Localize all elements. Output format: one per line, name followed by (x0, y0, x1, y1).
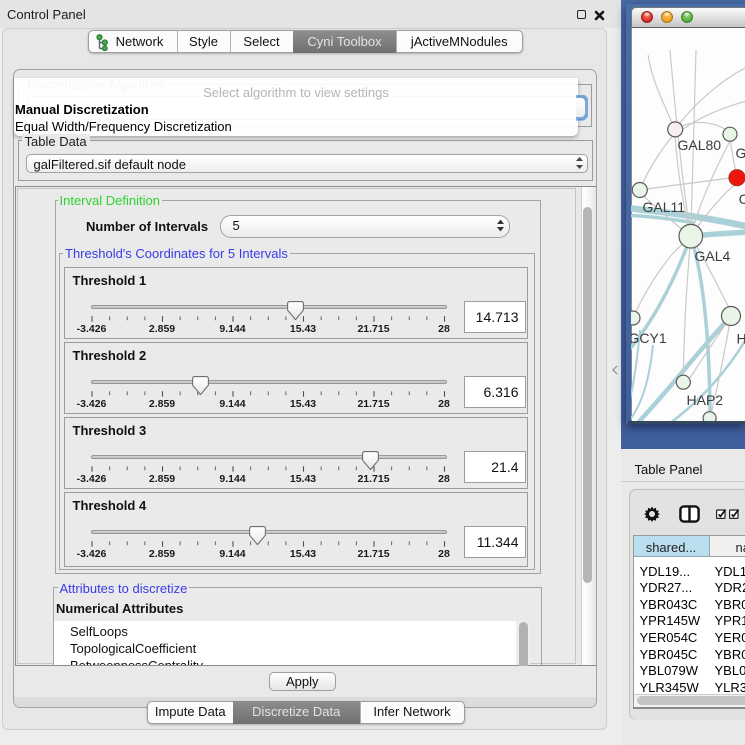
svg-text:GAL80: GAL80 (678, 137, 722, 153)
svg-text:GAL11: GAL11 (643, 199, 686, 215)
svg-text:CY: CY (739, 191, 745, 207)
svg-text:GAL4: GAL4 (695, 248, 731, 264)
svg-text:GCY1: GCY1 (629, 330, 667, 346)
svg-text:GA: GA (736, 145, 745, 161)
svg-text:HI: HI (737, 331, 745, 347)
svg-text:HAP2: HAP2 (687, 392, 724, 408)
